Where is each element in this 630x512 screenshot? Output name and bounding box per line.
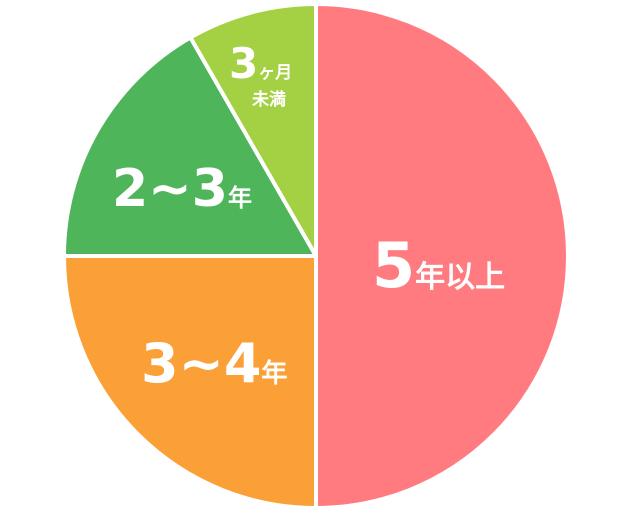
slice-label-3-4y-number: 3~4	[141, 332, 261, 395]
pie-chart-svg: 5年以上 3~4年 2~3年 3ヶ月 未満	[62, 2, 570, 510]
slice-label-under-3m-line2: 未満	[251, 89, 286, 110]
slice-label-5y-plus-number: 5	[372, 229, 415, 302]
slice-label-3-4y-unit: 年	[261, 358, 287, 389]
pie-slice-5y-plus	[314, 2, 570, 510]
pie-slices	[62, 2, 570, 510]
slice-label-under-3m-unit: ヶ月	[258, 63, 292, 83]
slice-label-2-3y-unit: 年	[228, 184, 252, 212]
pie-chart: 5年以上 3~4年 2~3年 3ヶ月 未満	[0, 0, 630, 512]
slice-label-under-3m-number: 3	[229, 39, 258, 88]
slice-label-5y-plus-unit: 年以上	[415, 260, 505, 295]
slice-label-2-3y-number: 2~3	[112, 159, 228, 219]
